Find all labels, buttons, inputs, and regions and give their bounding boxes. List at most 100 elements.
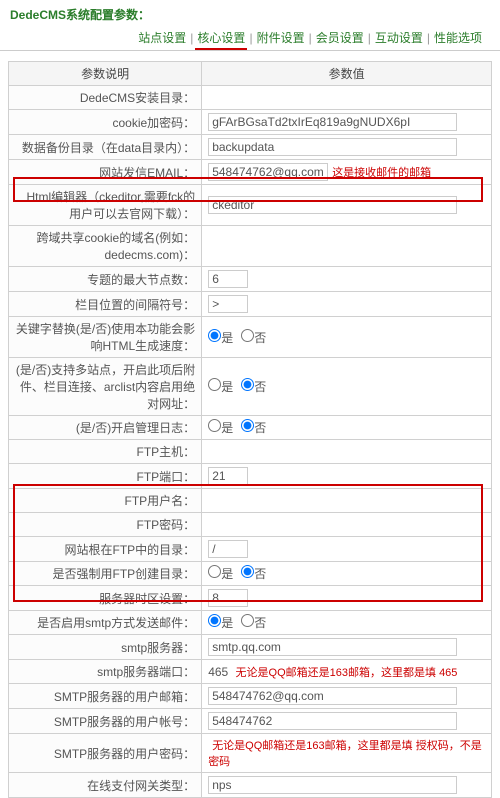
row-label: FTP密码： — [9, 513, 202, 537]
tab-bar: 站点设置|核心设置|附件设置|会员设置|互动设置|性能选项 — [10, 29, 490, 46]
row-label: smtp服务器端口： — [9, 660, 202, 684]
setting-input[interactable] — [208, 589, 248, 607]
table-row: 网站根在FTP中的目录： — [9, 537, 492, 562]
setting-input[interactable] — [208, 270, 248, 288]
row-value: 是否 — [202, 317, 492, 358]
row-value — [202, 135, 492, 160]
table-row: SMTP服务器的用户邮箱： — [9, 684, 492, 709]
setting-input[interactable] — [208, 467, 248, 485]
row-value: 这是接收邮件的邮箱 — [202, 160, 492, 185]
row-value — [202, 292, 492, 317]
radio-yes[interactable]: 是 — [208, 331, 233, 345]
setting-input[interactable] — [208, 776, 457, 794]
table-row: 关键字替换(是/否)使用本功能会影响HTML生成速度：是否 — [9, 317, 492, 358]
table-row: 栏目位置的间隔符号： — [9, 292, 492, 317]
setting-input[interactable] — [208, 638, 457, 656]
row-label: Html编辑器（ckeditor,需要fck的用户可以去官网下载）： — [9, 185, 202, 226]
radio-yes[interactable]: 是 — [208, 421, 233, 435]
row-value: 无论是QQ邮箱还是163邮箱，这里都是填 授权码，不是密码 — [202, 734, 492, 773]
row-label: 数据备份目录（在data目录内）： — [9, 135, 202, 160]
radio-no[interactable]: 否 — [241, 567, 266, 581]
table-row: cookie加密码： — [9, 110, 492, 135]
tab-5[interactable]: 性能选项 — [430, 31, 486, 45]
row-value — [202, 226, 492, 267]
col-value: 参数值 — [202, 62, 492, 86]
table-row: (是/否)开启管理日志：是否 — [9, 416, 492, 440]
table-row: FTP主机： — [9, 440, 492, 464]
table-row: smtp服务器： — [9, 635, 492, 660]
table-row: Html编辑器（ckeditor,需要fck的用户可以去官网下载）： — [9, 185, 492, 226]
page-header: DedeCMS系统配置参数： 站点设置|核心设置|附件设置|会员设置|互动设置|… — [0, 0, 500, 51]
row-value: 是否 — [202, 611, 492, 635]
settings-body: DedeCMS安装目录：cookie加密码：数据备份目录（在data目录内）：网… — [9, 86, 492, 798]
radio-yes[interactable]: 是 — [208, 616, 233, 630]
row-label: 网站根在FTP中的目录： — [9, 537, 202, 562]
table-row: 网站发信EMAIL： 这是接收邮件的邮箱 — [9, 160, 492, 185]
table-row: 在线支付网关类型： — [9, 773, 492, 798]
radio-yes[interactable]: 是 — [208, 380, 233, 394]
tab-3[interactable]: 会员设置 — [312, 31, 368, 45]
table-row: 跨域共享cookie的域名(例如：dedecms.com)： — [9, 226, 492, 267]
table-row: DedeCMS安装目录： — [9, 86, 492, 110]
setting-input[interactable] — [208, 687, 457, 705]
row-value — [202, 440, 492, 464]
setting-input[interactable] — [208, 540, 248, 558]
row-value — [202, 773, 492, 798]
row-value — [202, 267, 492, 292]
radio-no[interactable]: 否 — [241, 421, 266, 435]
row-label: FTP用户名： — [9, 489, 202, 513]
annotation: 无论是QQ邮箱还是163邮箱，这里都是填 授权码，不是密码 — [208, 740, 482, 768]
setting-input[interactable] — [208, 295, 248, 313]
row-label: SMTP服务器的用户邮箱： — [9, 684, 202, 709]
setting-input[interactable] — [208, 113, 457, 131]
table-row: 是否启用smtp方式发送邮件：是否 — [9, 611, 492, 635]
settings-table: 参数说明 参数值 DedeCMS安装目录：cookie加密码：数据备份目录（在d… — [8, 61, 492, 798]
setting-input[interactable] — [208, 196, 457, 214]
table-row: (是/否)支持多站点，开启此项后附件、栏目连接、arclist内容启用绝对网址：… — [9, 358, 492, 416]
row-label: FTP主机： — [9, 440, 202, 464]
setting-input[interactable] — [208, 138, 457, 156]
row-value — [202, 185, 492, 226]
row-label: smtp服务器： — [9, 635, 202, 660]
row-value: 465 无论是QQ邮箱还是163邮箱，这里都是填 465 — [202, 660, 492, 684]
row-value: 是否 — [202, 562, 492, 586]
tab-4[interactable]: 互动设置 — [371, 31, 427, 45]
table-row: FTP用户名： — [9, 489, 492, 513]
row-value: 是否 — [202, 416, 492, 440]
row-value — [202, 586, 492, 611]
tab-0[interactable]: 站点设置 — [134, 31, 190, 45]
radio-yes[interactable]: 是 — [208, 567, 233, 581]
page-title: DedeCMS系统配置参数： — [10, 6, 490, 23]
table-row: SMTP服务器的用户密码：无论是QQ邮箱还是163邮箱，这里都是填 授权码，不是… — [9, 734, 492, 773]
table-row: FTP端口： — [9, 464, 492, 489]
row-label: (是/否)支持多站点，开启此项后附件、栏目连接、arclist内容启用绝对网址： — [9, 358, 202, 416]
annotation: 无论是QQ邮箱还是163邮箱，这里都是填 465 — [236, 667, 458, 679]
table-row: 服务器时区设置： — [9, 586, 492, 611]
col-param: 参数说明 — [9, 62, 202, 86]
radio-no[interactable]: 否 — [241, 380, 266, 394]
row-value — [202, 489, 492, 513]
table-row: 是否强制用FTP创建目录：是否 — [9, 562, 492, 586]
row-label: 在线支付网关类型： — [9, 773, 202, 798]
table-row: 专题的最大节点数： — [9, 267, 492, 292]
row-label: 网站发信EMAIL： — [9, 160, 202, 185]
row-label: 专题的最大节点数： — [9, 267, 202, 292]
table-row: smtp服务器端口：465 无论是QQ邮箱还是163邮箱，这里都是填 465 — [9, 660, 492, 684]
row-label: SMTP服务器的用户密码： — [9, 734, 202, 773]
radio-no[interactable]: 否 — [241, 331, 266, 345]
row-label: DedeCMS安装目录： — [9, 86, 202, 110]
tab-2[interactable]: 附件设置 — [253, 31, 309, 45]
setting-input[interactable] — [208, 163, 328, 181]
annotation: 这是接收邮件的邮箱 — [332, 167, 431, 179]
row-value — [202, 709, 492, 734]
row-label: cookie加密码： — [9, 110, 202, 135]
row-value — [202, 537, 492, 562]
row-value — [202, 635, 492, 660]
content-area: 参数说明 参数值 DedeCMS安装目录：cookie加密码：数据备份目录（在d… — [0, 51, 500, 798]
table-row: SMTP服务器的用户帐号： — [9, 709, 492, 734]
radio-no[interactable]: 否 — [241, 616, 266, 630]
row-value — [202, 464, 492, 489]
row-label: (是/否)开启管理日志： — [9, 416, 202, 440]
tab-1[interactable]: 核心设置 — [193, 31, 249, 45]
setting-input[interactable] — [208, 712, 457, 730]
